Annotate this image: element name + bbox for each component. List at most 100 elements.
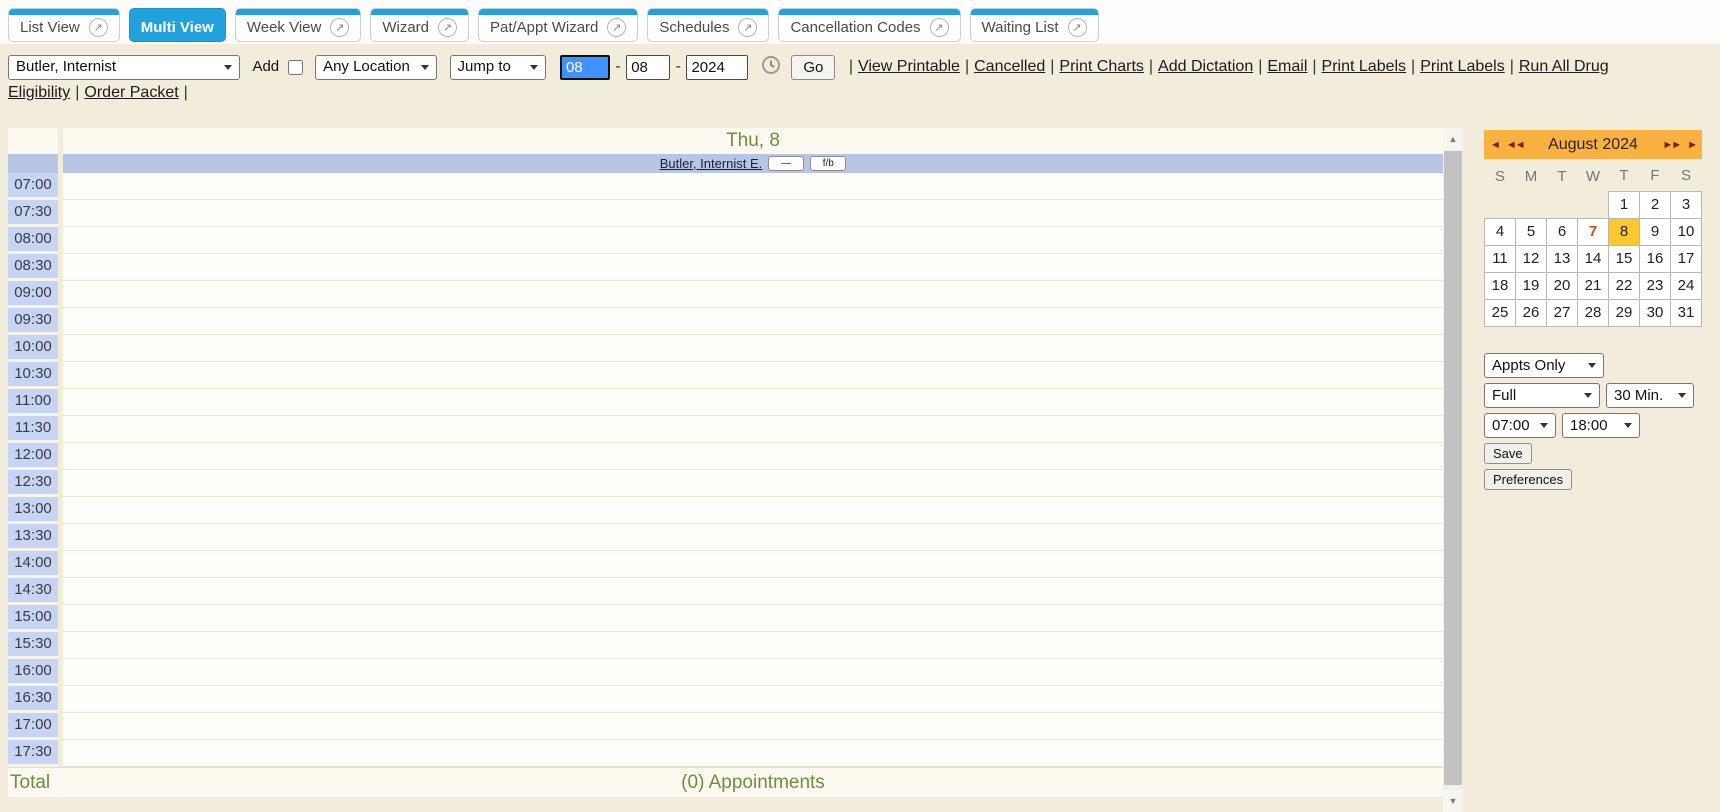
calendar-day-9[interactable]: 9 [1640,218,1671,245]
calendar-day-3[interactable]: 3 [1671,191,1702,218]
calendar-next-icon[interactable]: ► [1687,139,1696,151]
schedule-slot[interactable] [63,254,1443,281]
calendar-day-1[interactable]: 1 [1609,191,1640,218]
end-time-select[interactable]: 18:00 [1562,413,1640,438]
interval-select[interactable]: 30 Min. [1606,383,1694,408]
schedule-slot[interactable] [63,605,1443,632]
schedule-slot[interactable] [63,551,1443,578]
calendar-day-15[interactable]: 15 [1609,245,1640,272]
calendar-day-27[interactable]: 27 [1547,299,1578,326]
vertical-scrollbar[interactable]: ▲ ▼ [1443,128,1463,812]
collapse-button[interactable]: — [768,156,804,171]
external-link-icon[interactable]: ↗ [438,18,457,37]
schedule-slot[interactable] [63,416,1443,443]
calendar-day-11[interactable]: 11 [1485,245,1516,272]
schedule-slot[interactable] [63,173,1443,200]
schedule-slot[interactable] [63,362,1443,389]
schedule-slot[interactable] [63,227,1443,254]
start-time-select[interactable]: 07:00 [1484,413,1556,438]
external-link-icon[interactable]: ↗ [330,18,349,37]
scroll-up-icon[interactable]: ▲ [1443,128,1463,150]
link-print-labels[interactable]: Print Labels [1420,58,1505,75]
schedule-slot[interactable] [63,443,1443,470]
tab-cancellation-codes[interactable]: Cancellation Codes ↗ [778,8,960,42]
tab-wizard[interactable]: Wizard ↗ [370,8,469,42]
calendar-day-26[interactable]: 26 [1516,299,1547,326]
fb-button[interactable]: f/b [810,156,846,171]
tab-list-view[interactable]: List View ↗ [8,8,120,42]
calendar-day-16[interactable]: 16 [1640,245,1671,272]
link-view-printable[interactable]: View Printable [858,58,960,75]
size-select[interactable]: Full [1484,383,1600,408]
calendar-day-12[interactable]: 12 [1516,245,1547,272]
calendar-day-2[interactable]: 2 [1640,191,1671,218]
calendar-day-13[interactable]: 13 [1547,245,1578,272]
schedule-slot[interactable] [63,281,1443,308]
provider-link[interactable]: Butler, Internist E. [660,156,763,171]
calendar-day-21[interactable]: 21 [1578,272,1609,299]
calendar-day-30[interactable]: 30 [1640,299,1671,326]
add-checkbox[interactable] [288,60,303,75]
link-print-labels[interactable]: Print Labels [1322,58,1407,75]
go-button[interactable]: Go [791,55,835,80]
calendar-day-18[interactable]: 18 [1485,272,1516,299]
calendar-day-20[interactable]: 20 [1547,272,1578,299]
calendar-day-28[interactable]: 28 [1578,299,1609,326]
view-mode-select[interactable]: Appts Only [1484,353,1604,378]
calendar-day-24[interactable]: 24 [1671,272,1702,299]
link-print-charts[interactable]: Print Charts [1059,58,1143,75]
schedule-slot[interactable] [63,389,1443,416]
calendar-day-31[interactable]: 31 [1671,299,1702,326]
calendar-day-29[interactable]: 29 [1609,299,1640,326]
schedule-slot[interactable] [63,335,1443,362]
calendar-day-5[interactable]: 5 [1516,218,1547,245]
calendar-day-8[interactable]: 8 [1609,218,1640,245]
calendar-prev-icon[interactable]: ◄ [1490,139,1499,151]
calendar-day-17[interactable]: 17 [1671,245,1702,272]
scrollbar-thumb[interactable] [1444,151,1462,785]
tab-waiting-list[interactable]: Waiting List ↗ [970,8,1099,42]
calendar-day-25[interactable]: 25 [1485,299,1516,326]
tab-pat-appt-wizard[interactable]: Pat/Appt Wizard ↗ [478,8,638,42]
location-select[interactable]: Any Location [315,55,437,80]
tab-week-view[interactable]: Week View ↗ [235,8,361,42]
calendar-day-19[interactable]: 19 [1516,272,1547,299]
link-email[interactable]: Email [1267,58,1307,75]
calendar-day-14[interactable]: 14 [1578,245,1609,272]
provider-select[interactable]: Butler, Internist [8,55,240,80]
calendar-day-6[interactable]: 6 [1547,218,1578,245]
schedule-slot[interactable] [63,740,1443,767]
schedule-slot[interactable] [63,659,1443,686]
external-link-icon[interactable]: ↗ [738,18,757,37]
calendar-next-fast-icon[interactable]: ►► [1662,139,1680,151]
scroll-down-icon[interactable]: ▼ [1443,790,1463,812]
schedule-slot[interactable] [63,713,1443,740]
schedule-slot[interactable] [63,200,1443,227]
external-link-icon[interactable]: ↗ [1068,18,1087,37]
calendar-day-7[interactable]: 7 [1578,218,1609,245]
date-day-input[interactable] [626,55,670,80]
calendar-day-4[interactable]: 4 [1485,218,1516,245]
tab-multi-view[interactable]: Multi View [129,8,226,42]
schedule-slot[interactable] [63,578,1443,605]
external-link-icon[interactable]: ↗ [89,18,108,37]
date-month-input[interactable] [560,55,610,80]
external-link-icon[interactable]: ↗ [930,18,949,37]
external-link-icon[interactable]: ↗ [607,18,626,37]
schedule-slot[interactable] [63,308,1443,335]
link-order-packet[interactable]: Order Packet [84,84,178,101]
calendar-day-10[interactable]: 10 [1671,218,1702,245]
schedule-slot[interactable] [63,524,1443,551]
calendar-day-23[interactable]: 23 [1640,272,1671,299]
date-year-input[interactable] [686,55,748,80]
schedule-slot[interactable] [63,497,1443,524]
schedule-slot[interactable] [63,686,1443,713]
schedule-slot[interactable] [63,632,1443,659]
jump-to-select[interactable]: Jump to [450,55,546,80]
calendar-day-22[interactable]: 22 [1609,272,1640,299]
schedule-slot[interactable] [63,470,1443,497]
preferences-button[interactable]: Preferences [1484,469,1572,490]
tab-schedules[interactable]: Schedules ↗ [647,8,769,42]
clock-icon[interactable] [761,55,781,75]
calendar-prev-fast-icon[interactable]: ◄◄ [1506,139,1524,151]
